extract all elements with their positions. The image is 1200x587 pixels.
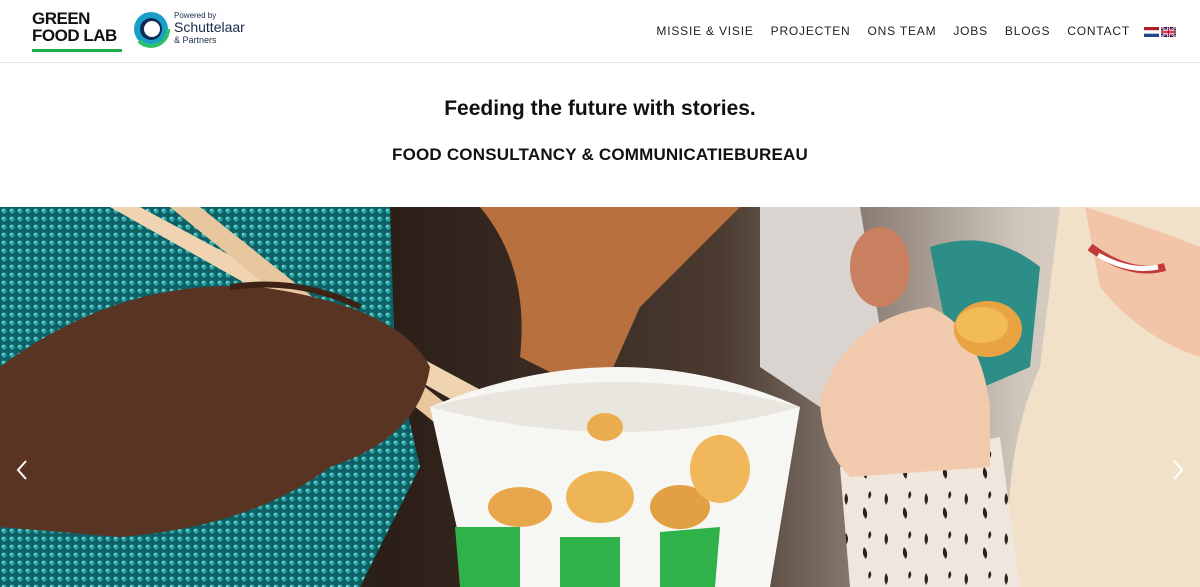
nav-item-ons-team[interactable]: ONS TEAM: [868, 24, 937, 38]
hero-subtitle: FOOD CONSULTANCY & COMMUNICATIEBUREAU: [391, 145, 808, 164]
schuttelaar-circle-icon: [132, 10, 170, 48]
partner-name: Schuttelaar: [174, 19, 245, 35]
green-food-lab-logo[interactable]: GREEN FOOD LAB: [32, 10, 124, 52]
chevron-right-icon: [1173, 460, 1184, 480]
nav-item-jobs[interactable]: JOBS: [953, 24, 988, 38]
schuttelaar-partners-logo[interactable]: Powered by Schuttelaar & Partners: [132, 10, 262, 50]
slider-next-arrow[interactable]: [1168, 455, 1188, 485]
language-switcher: [1144, 27, 1176, 37]
nav-item-missie-visie[interactable]: MISSIE & VISIE: [656, 24, 753, 38]
nav-item-blogs[interactable]: BLOGS: [1005, 24, 1050, 38]
nav-item-projecten[interactable]: PROJECTEN: [771, 24, 851, 38]
logo-underline: [32, 49, 122, 52]
nav-item-contact[interactable]: CONTACT: [1067, 24, 1130, 38]
hero-photo-illustration: [0, 207, 1200, 587]
logo-line-1: GREEN: [32, 9, 90, 28]
chevron-left-icon: [16, 460, 27, 480]
flag-nl-icon[interactable]: [1144, 27, 1159, 37]
hero-tagline: Feeding the future with stories.: [444, 97, 756, 120]
schuttelaar-text: Powered by Schuttelaar & Partners: [174, 12, 245, 46]
site-header: GREEN FOOD LAB Powered by Schuttelaar & …: [0, 0, 1200, 63]
slider-prev-arrow[interactable]: [12, 455, 32, 485]
hero-image: [0, 207, 1200, 587]
flag-gb-icon[interactable]: [1161, 27, 1176, 37]
partner-suffix: & Partners: [174, 35, 217, 45]
logo-line-2: FOOD LAB: [32, 26, 117, 45]
main-nav: MISSIE & VISIE PROJECTEN ONS TEAM JOBS B…: [639, 24, 1130, 38]
